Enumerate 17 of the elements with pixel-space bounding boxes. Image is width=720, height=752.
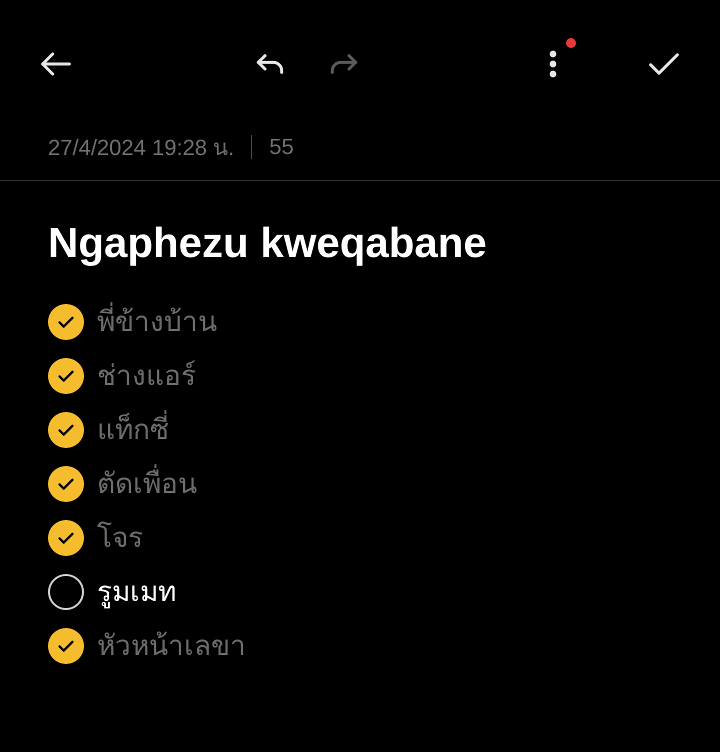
checkbox[interactable] — [48, 574, 84, 610]
checklist-item-text: รูมเมท — [97, 574, 176, 610]
checklist-item-text: ตัดเพื่อน — [97, 464, 197, 504]
note-title: Ngaphezu kweqabane — [48, 218, 488, 268]
checklist-item-text: พี่ข้างบ้าน — [97, 302, 217, 342]
checklist-item-text: หัวหน้าเลขา — [97, 628, 246, 664]
checkbox[interactable] — [48, 466, 84, 502]
checklist-item-text: โจร — [97, 520, 143, 556]
checkbox[interactable] — [48, 304, 84, 340]
checklist-item-text: ช่างแอร์ — [97, 358, 196, 394]
checkbox[interactable] — [48, 412, 84, 448]
character-count: 55 — [269, 134, 294, 160]
date-text: 27/4/2024 19:28 น. — [48, 134, 234, 162]
checkbox[interactable] — [48, 628, 84, 664]
checklist-item-text: แท็กซี่ — [97, 410, 169, 450]
checkbox[interactable] — [48, 520, 84, 556]
checkbox[interactable] — [48, 358, 84, 394]
